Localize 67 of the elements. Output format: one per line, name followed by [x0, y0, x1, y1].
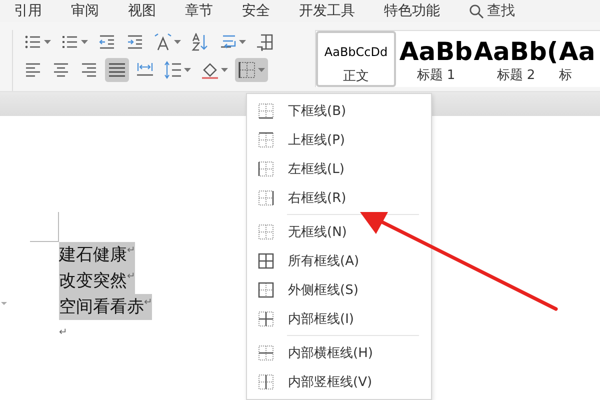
wrap-arrows-icon: [219, 33, 237, 51]
border-grid-icon: [258, 344, 274, 360]
border-grid-icon: [258, 132, 274, 148]
border-grid-icon: [238, 61, 256, 79]
paragraph-text: 空间看看赤↵: [59, 294, 152, 320]
style-sample: AaBb: [399, 36, 473, 66]
bullet-list-icon: [24, 33, 42, 51]
menu-item[interactable]: 下框线(B): [247, 96, 431, 125]
paragraph-text: ↵: [59, 326, 67, 340]
menu-item[interactable]: 上框线(P): [247, 125, 431, 154]
style-label: 标: [559, 67, 572, 84]
border-grid-icon: [258, 374, 274, 390]
border-grid-icon: [258, 102, 274, 118]
justify-button[interactable]: [105, 58, 129, 82]
menu-tab[interactable]: 特色功能: [384, 2, 440, 20]
border-grid-icon: [258, 252, 274, 268]
border-grid-icon: [258, 224, 274, 240]
menu-item[interactable]: 左框线(L): [247, 154, 431, 183]
justify-icon: [108, 61, 126, 79]
caret-icon: [258, 68, 265, 72]
align-left-icon: [24, 61, 42, 79]
style-label: 标题 1: [416, 67, 456, 84]
menu-tab[interactable]: 审阅: [71, 2, 99, 20]
caret-icon: [221, 68, 228, 72]
caret-icon: [174, 40, 181, 44]
search-icon: [469, 4, 484, 18]
indent-marker[interactable]: [1, 302, 7, 305]
menu-item[interactable]: 内部竖框线(V): [247, 367, 431, 396]
search-button[interactable]: 查找: [469, 2, 515, 20]
menu-item[interactable]: 右框线(R): [247, 183, 431, 212]
border-grid-icon: [258, 282, 274, 298]
border-grid-icon: [258, 310, 274, 326]
border-grid-icon: [258, 190, 274, 206]
paragraph-text: 改变突然↵: [59, 268, 135, 294]
style-label: 正文: [343, 68, 369, 85]
align-center-icon: [52, 61, 70, 79]
style-sample: AaBb(: [474, 36, 558, 66]
style-label: 标题 2: [496, 67, 536, 84]
table-icon: [256, 33, 274, 51]
caret-icon: [81, 40, 88, 44]
menu-item[interactable]: 所有框线(A): [247, 246, 431, 275]
caret-icon: [44, 40, 51, 44]
menu-tab[interactable]: 章节: [185, 2, 213, 20]
paragraph-text: 建石健康↵: [59, 242, 135, 268]
style-sample: AaBbCcDd: [324, 44, 388, 61]
menu-item[interactable]: 内部框线(I): [247, 304, 431, 333]
caret-icon: [239, 40, 246, 44]
numbered-list-icon: [61, 33, 79, 51]
caret-icon: [184, 68, 191, 72]
menu-item[interactable]: 内部横框线(H): [247, 338, 431, 367]
decrease-indent-icon: [98, 33, 116, 51]
style-sample: Aa: [559, 36, 596, 66]
menu-tab[interactable]: 开发工具: [299, 2, 355, 20]
line-spacing-icon: [164, 61, 182, 79]
sort-icon: [191, 33, 209, 51]
align-right-icon: [80, 61, 98, 79]
menu-tab[interactable]: 视图: [128, 2, 156, 20]
menu-item[interactable]: 无框线(N): [247, 217, 431, 246]
increase-indent-icon: [126, 33, 144, 51]
style-preset[interactable]: AaBbCcDd 正文: [316, 31, 396, 87]
menu-tab[interactable]: 安全: [242, 2, 270, 20]
menu-item[interactable]: 外侧框线(S): [247, 275, 431, 304]
border-grid-button[interactable]: [235, 58, 268, 82]
border-grid-icon: [258, 160, 274, 176]
paint-bucket-icon: [201, 61, 219, 79]
menu-tab[interactable]: 引用: [14, 2, 42, 20]
letter-a-arrows-icon: [154, 33, 172, 51]
